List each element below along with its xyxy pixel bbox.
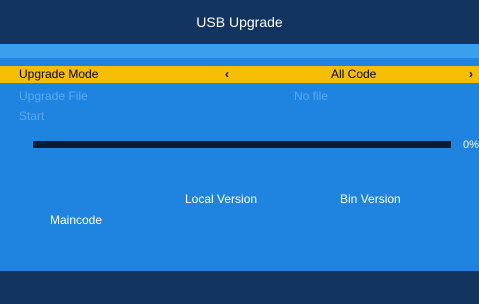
menu-item-upgrade-mode[interactable]: Upgrade Mode ‹ All Code › — [0, 66, 479, 83]
title-bar: USB Upgrade — [0, 0, 479, 44]
progress-percent: 0% — [463, 139, 479, 151]
footer-bar — [0, 271, 479, 304]
start-label: Start — [19, 109, 45, 123]
bin-version-header: Bin Version — [340, 192, 401, 206]
maincode-label: Maincode — [50, 213, 103, 227]
chevron-left-icon[interactable]: ‹ — [225, 66, 229, 83]
upgrade-mode-value: All Code — [331, 67, 377, 81]
upgrade-file-label: Upgrade File — [19, 89, 88, 103]
upgrade-mode-label: Upgrade Mode — [19, 67, 99, 81]
menu-item-start[interactable]: Start — [0, 108, 479, 125]
chevron-right-icon[interactable]: › — [469, 66, 473, 83]
menu-item-upgrade-file[interactable]: Upgrade File No file — [0, 88, 479, 105]
progress-bar — [33, 141, 451, 148]
page-title: USB Upgrade — [196, 14, 283, 30]
header-separator — [0, 44, 479, 58]
local-version-header: Local Version — [185, 192, 258, 206]
upgrade-file-value: No file — [294, 89, 329, 103]
